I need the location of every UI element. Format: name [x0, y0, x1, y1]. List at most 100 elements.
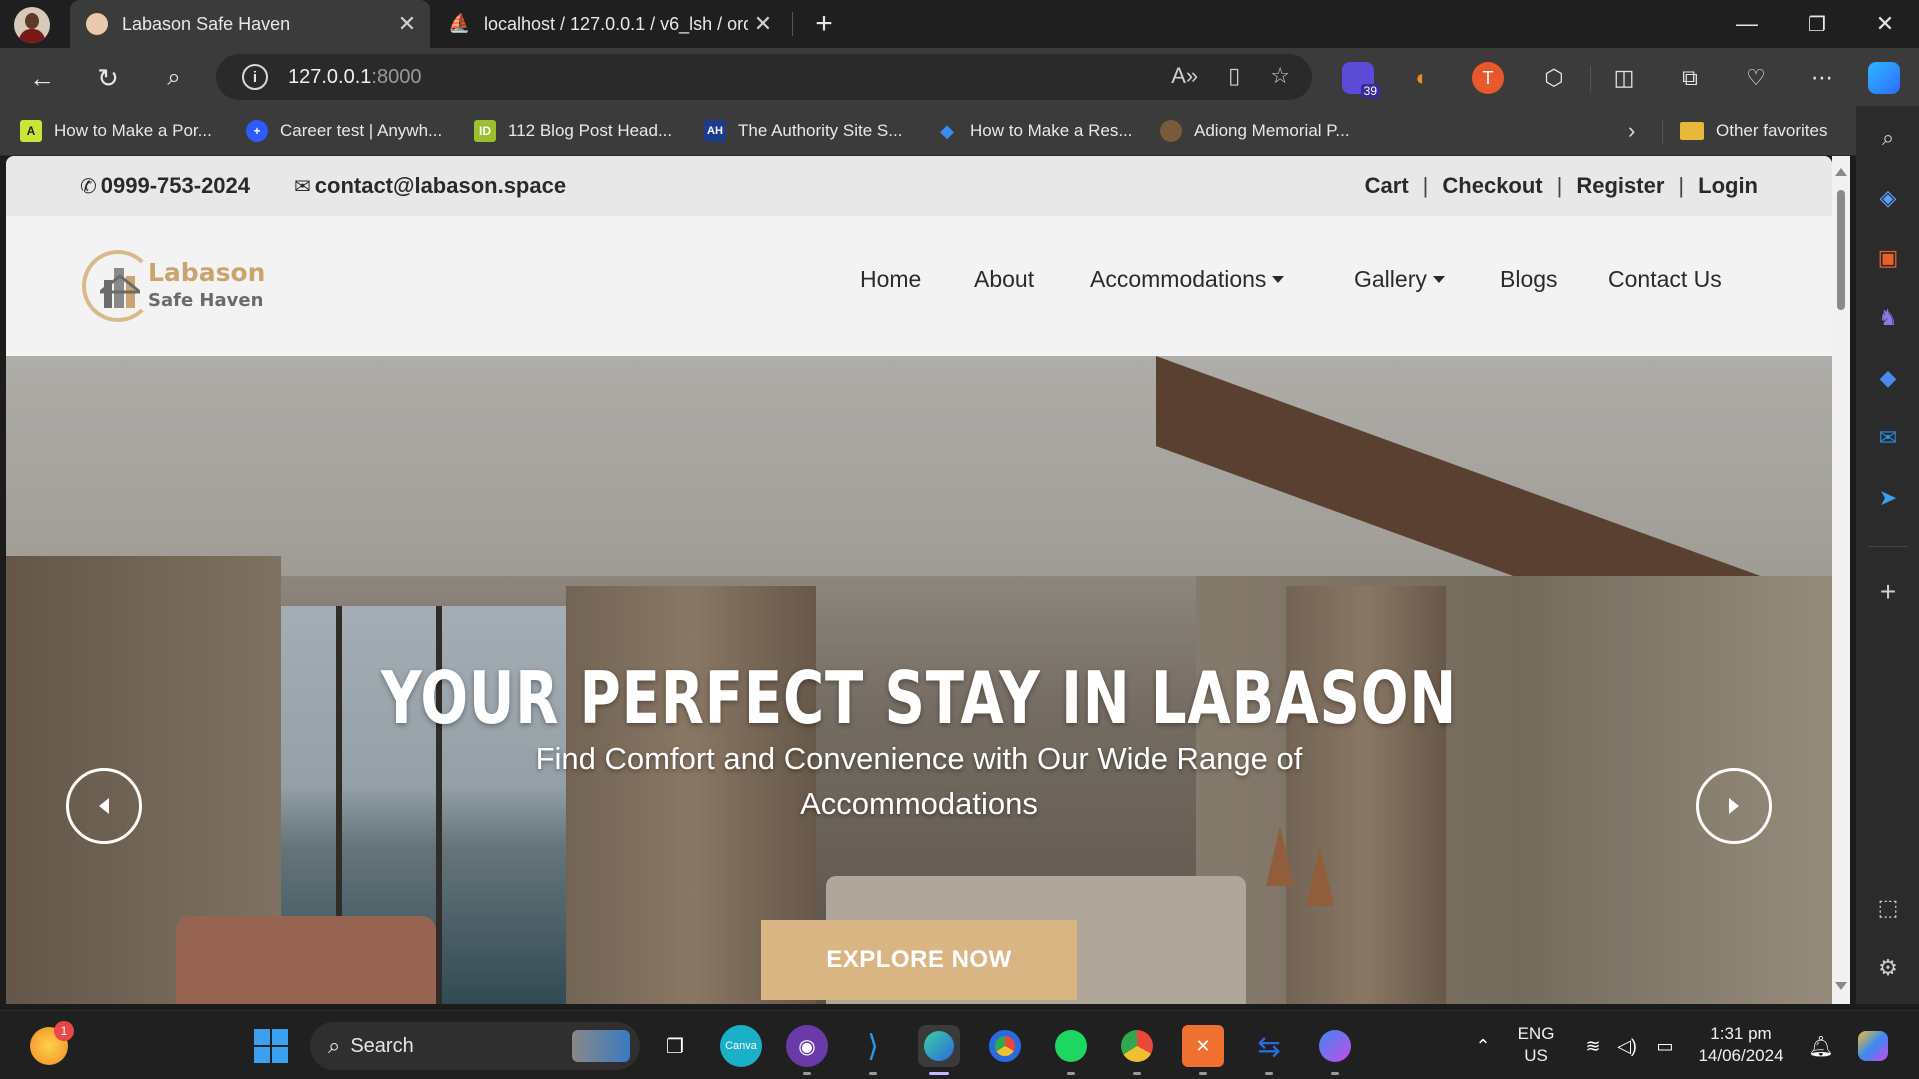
- refresh-button[interactable]: ↻: [90, 60, 126, 96]
- nav-accommodations[interactable]: Accommodations: [1090, 266, 1285, 293]
- search-icon[interactable]: ⌕: [156, 60, 192, 96]
- extension-icon[interactable]: T: [1472, 62, 1504, 94]
- carousel-prev-button[interactable]: [66, 768, 142, 844]
- new-tab-button[interactable]: +: [806, 6, 842, 42]
- extension-icon[interactable]: 39: [1342, 62, 1380, 98]
- sidebar-copilot-icon[interactable]: ◆: [1872, 362, 1904, 394]
- more-favorites-chevron-icon[interactable]: ›: [1628, 116, 1635, 146]
- chevron-right-icon: [1729, 798, 1739, 814]
- input-language[interactable]: ENG US: [1512, 1023, 1560, 1067]
- favorite-icon: [1160, 120, 1182, 142]
- remote-app-icon[interactable]: ⇆: [1248, 1025, 1290, 1075]
- close-tab-icon[interactable]: ✕: [748, 11, 778, 37]
- profile-avatar[interactable]: [14, 7, 50, 43]
- extension-icon[interactable]: ◐: [1406, 62, 1438, 94]
- tab-labason[interactable]: Labason Safe Haven ✕: [70, 0, 430, 48]
- start-windows-icon[interactable]: [250, 1025, 292, 1067]
- logo-text-secondary: Safe Haven: [148, 290, 264, 311]
- email-contact[interactable]: ✉ contact@labason.space: [294, 173, 566, 199]
- explore-now-button[interactable]: EXPLORE NOW: [761, 920, 1077, 1000]
- favorite-item[interactable]: ID 112 Blog Post Head...: [474, 116, 672, 146]
- nav-gallery[interactable]: Gallery: [1354, 266, 1445, 293]
- split-screen-icon[interactable]: ◫: [1608, 62, 1640, 94]
- nav-blogs[interactable]: Blogs: [1500, 266, 1558, 293]
- address-bar[interactable]: i 127.0.0.1:8000 A» ▯ ☆: [216, 54, 1312, 100]
- scroll-down-arrow-icon[interactable]: [1835, 982, 1847, 990]
- edge-sidebar: ⌕ ◈ ▣ ♞ ◆ ✉ ➤ + ⬚ ⚙: [1856, 106, 1919, 1004]
- tray-chevron-up-icon[interactable]: ⌃: [1462, 1025, 1504, 1067]
- phone-contact[interactable]: ✆ 0999-753-2024: [80, 173, 250, 199]
- nav-contact[interactable]: Contact Us: [1608, 266, 1722, 293]
- xampp-app-icon[interactable]: ✕: [1182, 1025, 1224, 1075]
- chrome-profile-app-icon[interactable]: [1116, 1025, 1158, 1075]
- region-code: US: [1524, 1046, 1548, 1065]
- tab-phpmyadmin[interactable]: ⛵ localhost / 127.0.0.1 / v6_lsh / order…: [436, 0, 786, 48]
- folder-icon: [1680, 122, 1704, 140]
- sidebar-games-icon[interactable]: ♞: [1872, 302, 1904, 334]
- login-link[interactable]: Login: [1698, 173, 1758, 199]
- clock-date: 14/06/2024: [1698, 1046, 1784, 1065]
- canva-app-icon[interactable]: Canva: [720, 1025, 762, 1067]
- sidebar-outlook-icon[interactable]: ✉: [1872, 422, 1904, 454]
- favorite-label: How to Make a Por...: [54, 121, 212, 140]
- edge-app-icon[interactable]: [918, 1025, 960, 1075]
- email-address: contact@labason.space: [314, 173, 567, 198]
- close-window-button[interactable]: ✕: [1850, 0, 1919, 48]
- url-host: 127.0.0.1: [288, 65, 372, 88]
- nav-about[interactable]: About: [974, 266, 1034, 293]
- copilot-pre-icon[interactable]: [1852, 1025, 1894, 1067]
- performance-icon[interactable]: ♡: [1740, 62, 1772, 94]
- site-info-icon[interactable]: i: [242, 64, 268, 90]
- url-port: :8000: [371, 65, 422, 88]
- battery-icon[interactable]: ▭: [1644, 1025, 1686, 1067]
- favorite-item[interactable]: A How to Make a Por...: [20, 116, 212, 146]
- register-link[interactable]: Register: [1576, 173, 1664, 199]
- more-menu-icon[interactable]: ⋯: [1806, 62, 1838, 94]
- envelope-icon: ✉: [294, 175, 311, 198]
- nav-home[interactable]: Home: [860, 266, 921, 293]
- checkout-link[interactable]: Checkout: [1442, 173, 1542, 199]
- favorite-item[interactable]: Adiong Memorial P...: [1160, 116, 1350, 146]
- scroll-up-arrow-icon[interactable]: [1835, 168, 1847, 176]
- clock-time: 1:31 pm: [1710, 1024, 1772, 1043]
- favorite-star-icon[interactable]: ☆: [1270, 63, 1290, 89]
- weather-widget-icon[interactable]: 1: [30, 1021, 74, 1065]
- restore-button[interactable]: ❐: [1782, 0, 1852, 48]
- scrollbar-thumb[interactable]: [1837, 190, 1845, 310]
- sidebar-search-icon[interactable]: ⌕: [1872, 122, 1904, 154]
- search-placeholder: Search: [350, 1034, 414, 1057]
- chrome-app-icon[interactable]: [984, 1025, 1026, 1067]
- other-favorites[interactable]: Other favorites: [1680, 116, 1828, 146]
- copilot-icon[interactable]: [1868, 62, 1900, 94]
- github-app-icon[interactable]: ◉: [786, 1025, 828, 1075]
- sidebar-shopping-icon[interactable]: ◈: [1872, 182, 1904, 214]
- separator: |: [1422, 173, 1429, 198]
- favorite-item[interactable]: ◆ How to Make a Res...: [936, 116, 1132, 146]
- collections-icon[interactable]: ⧉: [1674, 62, 1706, 94]
- spotify-app-icon[interactable]: [1050, 1025, 1092, 1075]
- read-aloud-icon[interactable]: A»: [1171, 63, 1198, 89]
- favorite-item[interactable]: + Career test | Anywh...: [246, 116, 442, 146]
- close-tab-icon[interactable]: ✕: [392, 11, 422, 37]
- carousel-next-button[interactable]: [1696, 768, 1772, 844]
- volume-icon[interactable]: ◁): [1606, 1025, 1648, 1067]
- clock[interactable]: 1:31 pm 14/06/2024: [1686, 1023, 1796, 1067]
- page-scrollbar[interactable]: [1832, 156, 1850, 1004]
- taskbar-search-box[interactable]: ⌕ Search: [310, 1022, 640, 1070]
- extensions-puzzle-icon[interactable]: ⬡: [1538, 62, 1570, 94]
- task-view-icon[interactable]: ❐: [654, 1025, 696, 1067]
- site-logo[interactable]: Labason Safe Haven: [82, 248, 272, 328]
- messenger-app-icon[interactable]: [1314, 1025, 1356, 1075]
- sidebar-telegram-icon[interactable]: ➤: [1872, 482, 1904, 514]
- vscode-app-icon[interactable]: ⟩: [852, 1025, 894, 1075]
- back-button[interactable]: ←: [24, 60, 60, 96]
- notification-bell-icon[interactable]: 🔔︎: [1800, 1025, 1842, 1067]
- minimize-button[interactable]: —: [1712, 0, 1782, 48]
- sidebar-settings-gear-icon[interactable]: ⚙: [1872, 952, 1904, 984]
- sidebar-add-icon[interactable]: +: [1872, 576, 1904, 608]
- sidebar-screenshot-icon[interactable]: ⬚: [1872, 892, 1904, 924]
- favorite-item[interactable]: AH The Authority Site S...: [704, 116, 902, 146]
- cart-link[interactable]: Cart: [1365, 173, 1409, 199]
- immersive-reader-icon[interactable]: ▯: [1228, 63, 1240, 89]
- sidebar-tools-icon[interactable]: ▣: [1872, 242, 1904, 274]
